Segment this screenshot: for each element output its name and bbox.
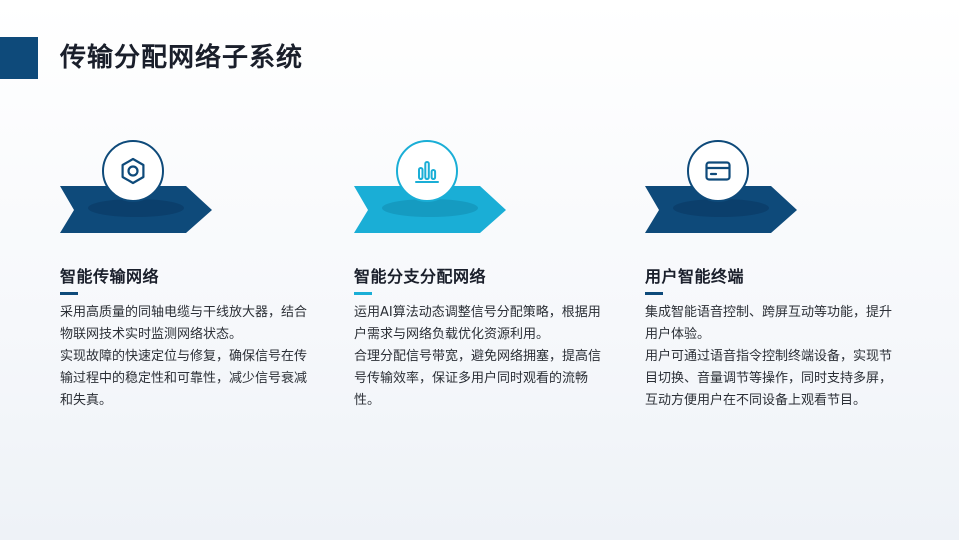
icon-badge (102, 140, 164, 202)
card-paragraph: 合理分配信号带宽，避免网络拥塞，提高信号传输效率，保证多用户同时观看的流畅性。 (354, 349, 602, 408)
icon-badge (396, 140, 458, 202)
card-paragraph: 实现故障的快速定位与修复，确保信号在传输过程中的稳定性和可靠性，减少信号衰减和失… (60, 349, 308, 408)
bar-chart-icon (415, 161, 439, 183)
heading-underline (645, 292, 663, 295)
hexagon-nut-icon (121, 157, 145, 185)
page-title: 传输分配网络子系统 (60, 43, 304, 73)
card-heading: 用户智能终端 (645, 267, 745, 286)
card-paragraph: 运用AI算法动态调整信号分配策略，根据用户需求与网络负载优化资源利用。 (354, 305, 601, 342)
icon-badge (687, 140, 749, 202)
card-heading: 智能分支分配网络 (354, 267, 487, 286)
card-description: 运用AI算法动态调整信号分配策略，根据用户需求与网络负载优化资源利用。 合理分配… (354, 302, 612, 412)
heading-underline (354, 292, 372, 295)
credit-card-icon (705, 161, 731, 181)
card-paragraph: 集成智能语音控制、跨屏互动等功能，提升用户体验。 (645, 305, 893, 342)
card-description: 采用高质量的同轴电缆与干线放大器，结合物联网技术实时监测网络状态。 实现故障的快… (60, 302, 318, 412)
feature-card-smart-transmission: 智能传输网络 采用高质量的同轴电缆与干线放大器，结合物联网技术实时监测网络状态。… (60, 140, 322, 440)
card-paragraph: 采用高质量的同轴电缆与干线放大器，结合物联网技术实时监测网络状态。 (60, 305, 308, 342)
heading-underline (60, 292, 78, 295)
card-heading: 智能传输网络 (60, 267, 160, 286)
card-paragraph: 用户可通过语音指令控制终端设备，实现节目切换、音量调节等操作，同时支持多屏，互动… (645, 349, 893, 408)
feature-card-smart-branch-distribution: 智能分支分配网络 运用AI算法动态调整信号分配策略，根据用户需求与网络负载优化资… (354, 140, 616, 440)
card-description: 集成智能语音控制、跨屏互动等功能，提升用户体验。 用户可通过语音指令控制终端设备… (645, 302, 903, 412)
feature-card-user-smart-terminal: 用户智能终端 集成智能语音控制、跨屏互动等功能，提升用户体验。 用户可通过语音指… (645, 140, 907, 440)
title-accent-bar (0, 37, 38, 79)
